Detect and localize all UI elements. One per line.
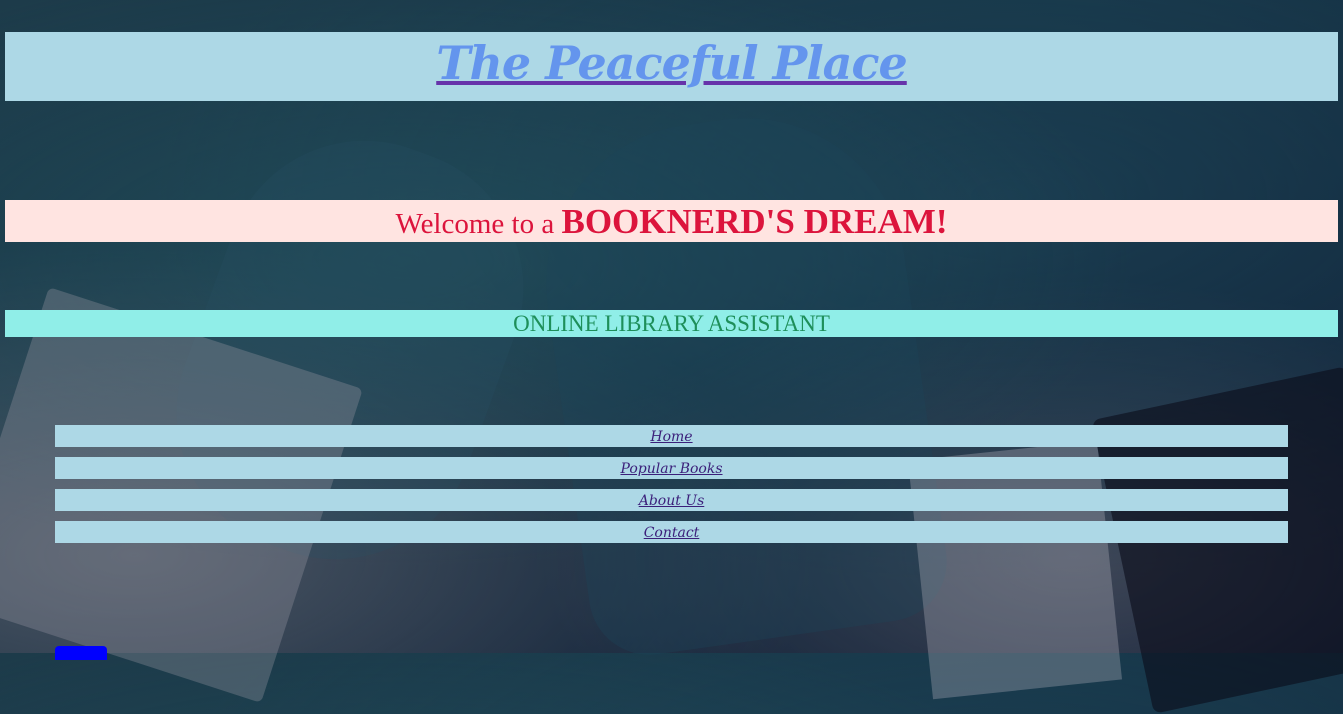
nav-link-home[interactable]: Home <box>650 429 692 445</box>
background-photo-jeans-fold <box>525 97 955 663</box>
site-title-link[interactable]: The Peaceful Place <box>436 36 908 90</box>
welcome-text: Welcome to a <box>395 208 562 240</box>
main-nav: Home Popular Books About Us Contact <box>55 425 1288 553</box>
nav-link-popular-books[interactable]: Popular Books <box>620 461 722 477</box>
partially-visible-button[interactable] <box>55 646 107 660</box>
title-banner: The Peaceful Place <box>5 32 1338 101</box>
welcome-banner: Welcome to a BOOKNERD'S DREAM! <box>5 200 1338 242</box>
nav-link-contact[interactable]: Contact <box>644 525 700 541</box>
nav-link-about-us[interactable]: About Us <box>639 493 705 509</box>
nav-item-contact: Contact <box>55 521 1288 543</box>
welcome-emphasis: BOOKNERD'S DREAM! <box>561 202 948 241</box>
assistant-label: ONLINE LIBRARY ASSISTANT <box>513 311 830 336</box>
nav-item-home: Home <box>55 425 1288 447</box>
nav-item-popular-books: Popular Books <box>55 457 1288 479</box>
nav-item-about-us: About Us <box>55 489 1288 511</box>
assistant-banner: ONLINE LIBRARY ASSISTANT <box>5 310 1338 337</box>
